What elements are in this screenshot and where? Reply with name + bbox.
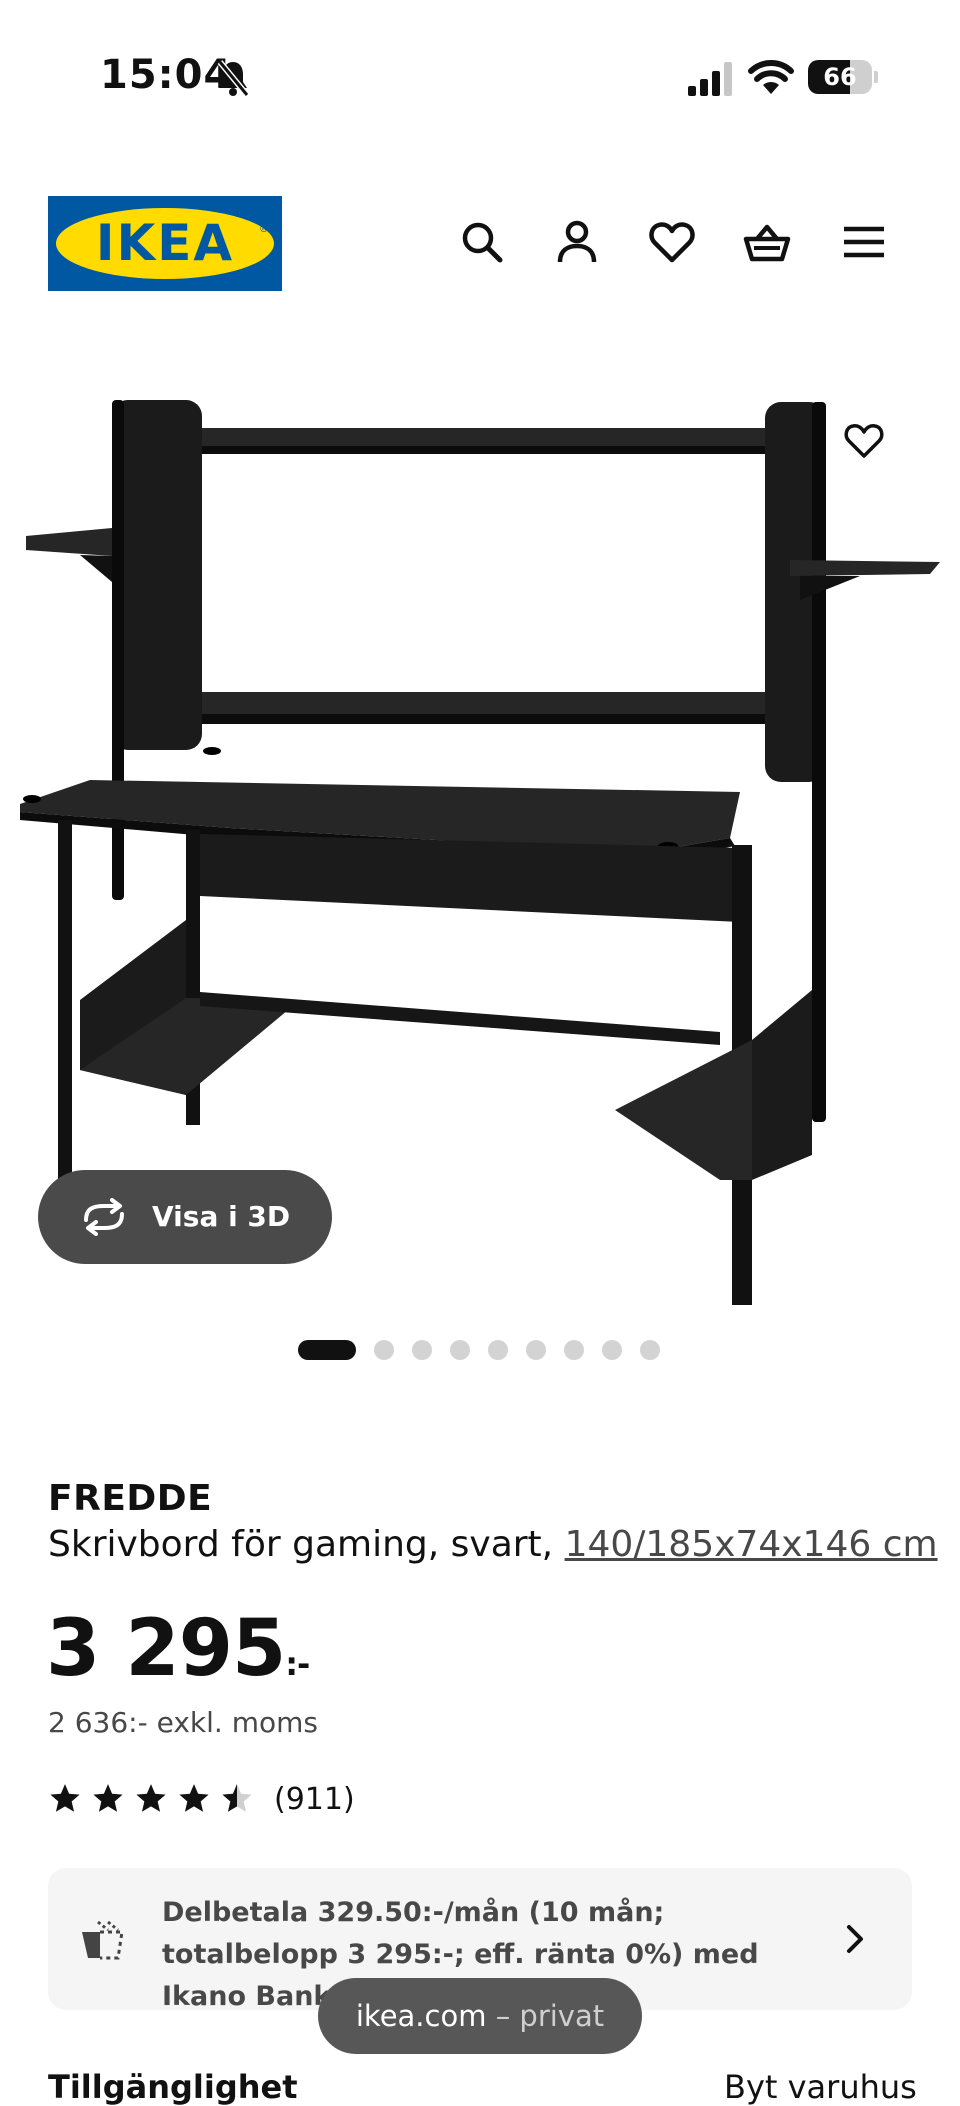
rating-count: (911)	[274, 1782, 355, 1817]
star-full-icon	[179, 1784, 209, 1812]
star-full-icon	[136, 1784, 166, 1812]
menu-icon[interactable]	[840, 218, 888, 266]
pagination-dot[interactable]	[450, 1340, 470, 1360]
change-store-link[interactable]: Byt varuhus	[724, 2068, 917, 2106]
rotate-3d-icon	[84, 1198, 124, 1236]
browser-domain: ikea.com	[355, 1999, 487, 2033]
price-suffix: :-	[285, 1645, 310, 1683]
pagination-dot[interactable]	[412, 1340, 432, 1360]
heart-icon[interactable]	[648, 218, 696, 266]
pagination-dot[interactable]	[526, 1340, 546, 1360]
browser-domain-label: ikea.com – privat	[318, 1978, 642, 2054]
cellular-signal-icon	[688, 62, 732, 96]
wifi-icon	[748, 60, 794, 94]
price-value: 3 295	[46, 1604, 286, 1694]
logo-text: IKEA	[95, 214, 235, 272]
availability-label: Tillgänglighet	[48, 2068, 298, 2106]
status-time: 15:04	[100, 52, 233, 98]
battery-level-text: 66	[823, 63, 857, 91]
battery-indicator: 66	[808, 60, 878, 94]
product-name: FREDDE	[48, 1478, 213, 1519]
favorite-heart-icon[interactable]	[834, 410, 894, 470]
pagination-dot[interactable]	[488, 1340, 508, 1360]
price-excl-vat: 2 636:- exkl. moms	[48, 1706, 318, 1739]
account-icon[interactable]	[553, 218, 601, 266]
pagination-dot[interactable]	[374, 1340, 394, 1360]
status-bar: 15:04 66	[0, 0, 960, 150]
pagination-dot[interactable]	[602, 1340, 622, 1360]
star-full-icon	[93, 1784, 123, 1812]
private-browsing-indicator[interactable]: ikea.com – privat	[318, 1978, 642, 2054]
view-3d-label: Visa i 3D	[152, 1200, 291, 1233]
pagination-dot[interactable]	[640, 1340, 660, 1360]
product-image[interactable]	[0, 350, 960, 1310]
product-dimensions-link[interactable]: 140/185x74x146 cm	[565, 1524, 938, 1565]
ikea-logo[interactable]: IKEA ®	[48, 196, 282, 291]
star-half-icon	[222, 1784, 252, 1812]
pagination-dot-active[interactable]	[298, 1340, 356, 1360]
product-price: 3 295:-	[46, 1604, 310, 1694]
payment-split-icon	[82, 1920, 124, 1960]
browser-mode: – privat	[495, 1999, 605, 2033]
star-full-icon	[50, 1784, 80, 1812]
product-description-text: Skrivbord för gaming, svart,	[48, 1524, 554, 1565]
search-icon[interactable]	[458, 218, 506, 266]
view-3d-button[interactable]: Visa i 3D	[38, 1170, 332, 1264]
basket-icon[interactable]	[743, 218, 791, 266]
product-description: Skrivbord för gaming, svart, 140/185x74x…	[48, 1524, 938, 1565]
silent-bell-icon	[217, 60, 250, 97]
pagination-dot[interactable]	[564, 1340, 584, 1360]
chevron-right-icon[interactable]	[840, 1918, 870, 1960]
